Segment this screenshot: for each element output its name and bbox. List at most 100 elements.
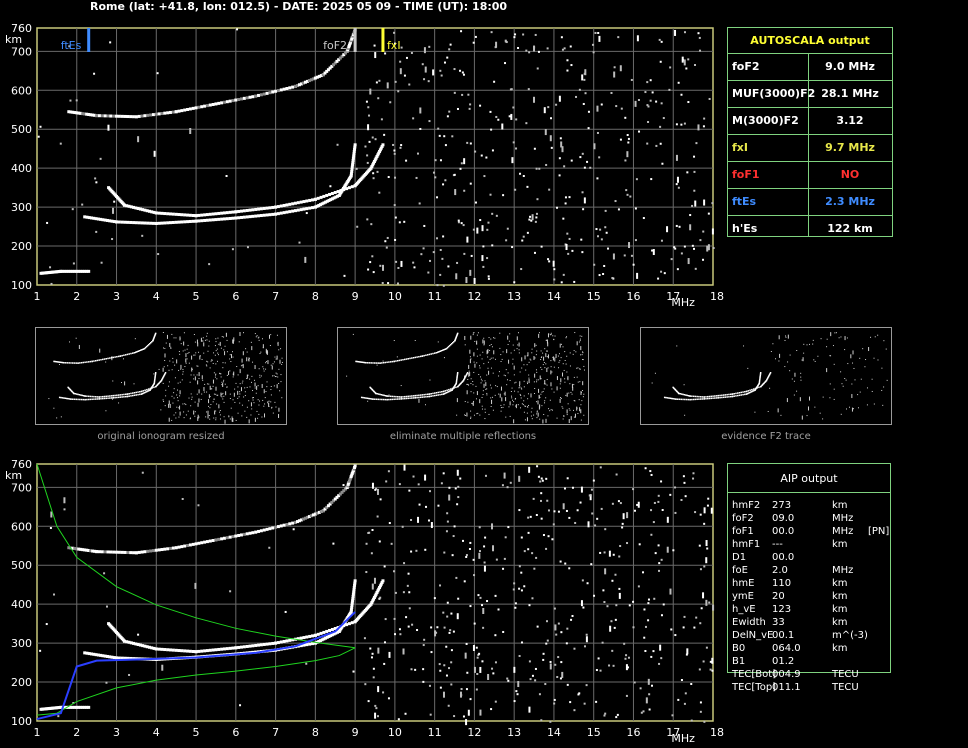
trace-point-F2_o [129,220,133,224]
trace-point-upper_o [262,92,266,96]
trace-point-F2_x [345,187,349,191]
trace-point-F2_x [288,638,292,642]
trace-point-F2_x [381,579,385,583]
trace-point-F2_x [276,641,280,645]
autoscala-param-value: 28.1 MHz [821,87,879,100]
trace-point-upper_o [254,94,258,98]
trace-point-F2_o [117,220,121,224]
trace-point-upper_o [242,96,246,100]
trace-point-upper_o [228,99,232,103]
x-tick-label: 15 [587,290,601,303]
aip-val: 004.9 [772,669,801,680]
trace-point-upper_o [112,114,116,118]
trace-point-upper_o [262,528,266,532]
y-unit-label: km [5,33,22,46]
trace-point-F2_x [168,648,172,652]
x-tick-label: 10 [388,726,402,739]
trace-point-F2_x [242,209,246,213]
trace-point-upper_o [231,99,235,103]
trace-point-upper_o [106,114,110,118]
x-tick-label: 2 [73,290,80,303]
trace-point-F2_o [220,217,224,221]
trace-point-F2_x [157,211,161,215]
trace-point-upper_o [149,113,153,117]
x-tick-label: 16 [626,726,640,739]
trace-point-Es [87,269,91,273]
trace-point-upper_o [259,529,263,533]
trace-point-F2_x [205,649,209,653]
trace-point-F2_o [311,642,315,646]
thumbnail-f2-trace [640,327,892,425]
trace-point-F2_x [228,210,232,214]
trace-point-F2_o [222,217,226,221]
x-tick-label: 8 [312,726,319,739]
trace-point-F2_x [248,208,252,212]
trace-point-upper_o [115,550,119,554]
trace-point-F2_x [177,213,181,217]
trace-point-upper_o [143,114,147,118]
trace-point-F2_x [183,213,187,217]
trace-point-F2_o [214,218,218,222]
thumb-traces [53,332,167,401]
trace-point-F2_x [154,211,158,215]
trace-point-F2_o [115,656,119,660]
thumb-traces [355,332,469,401]
trace-point-F2_x [316,196,320,200]
trace-point-F2_o [305,643,309,647]
trace-point-F2_x [188,649,192,653]
trace-point-F2_x [251,644,255,648]
thumbnail-eliminate-caption: eliminate multiple reflections [389,431,537,442]
trace-point-F2_o [180,220,184,224]
autoscala-row: ftEs 2.3 MHz [728,189,892,216]
trace-point-upper_o [180,109,184,113]
trace-point-F2_o [166,221,170,225]
trace-point-F2_o [174,220,178,224]
trace-point-upper_o [149,549,153,553]
trace-point-F2_o [191,219,195,223]
trace-point-F2_x [180,213,184,217]
aip-unit: km [832,591,848,602]
trace-point-upper_o [211,102,215,106]
trace-point-F2_x [296,201,300,205]
aip-val: 09.0 [772,513,795,524]
trace-point-F2_o [291,209,295,213]
y-tick-label: 100 [11,715,32,728]
trace-point-upper_o [160,548,164,552]
trace-point-upper_o [166,547,170,551]
trace-point-F2_x [197,649,201,653]
trace-point-upper_o [117,114,121,118]
trace-point-upper_o [265,91,269,95]
trace-point-F2_x [345,623,349,627]
trace-point-upper_o [95,550,99,554]
trace-point-F2_o [240,215,244,219]
trace-point-F2_x [240,209,244,213]
trace-point-F2_x [200,649,204,653]
trace-point-upper_o [245,532,249,536]
ionogram-top: ftEs foF2 fxI760700600500400300200100km1 2 3… [5,22,724,309]
trace-point-F2_x [191,213,195,217]
trace-point-upper_o [177,545,181,549]
trace-point-upper_o [177,109,181,113]
aip-val: 01.2 [772,656,795,667]
autoscala-row: M(3000)F2 3.12 [728,108,892,135]
trace-point-upper_o [140,550,144,554]
trace-point-F2_o [115,220,119,224]
trace-point-upper_o [271,90,275,94]
trace-point-F2_x [282,639,286,643]
autoscala-row: fxI 9.7 MHz [728,135,892,162]
trace-point-upper_o [268,91,272,95]
x-tick-label: 12 [467,290,481,303]
trace-point-upper_o [146,113,150,117]
x-tick-label: 9 [352,290,359,303]
trace-point-upper_o [171,110,175,114]
aip-unit: TECU [832,682,859,693]
trace-point-F2_x [194,214,198,218]
trace-point-upper_o [288,522,292,526]
trace-point-F2_o [274,212,278,216]
trace-point-F2_o [217,217,221,221]
trace-point-upper_o [291,85,295,89]
thumbnail-eliminate [337,327,589,425]
trace-point-F2_x [222,211,226,215]
trace-point-upper_o [200,105,204,109]
trace-point-F2_x [163,212,167,216]
